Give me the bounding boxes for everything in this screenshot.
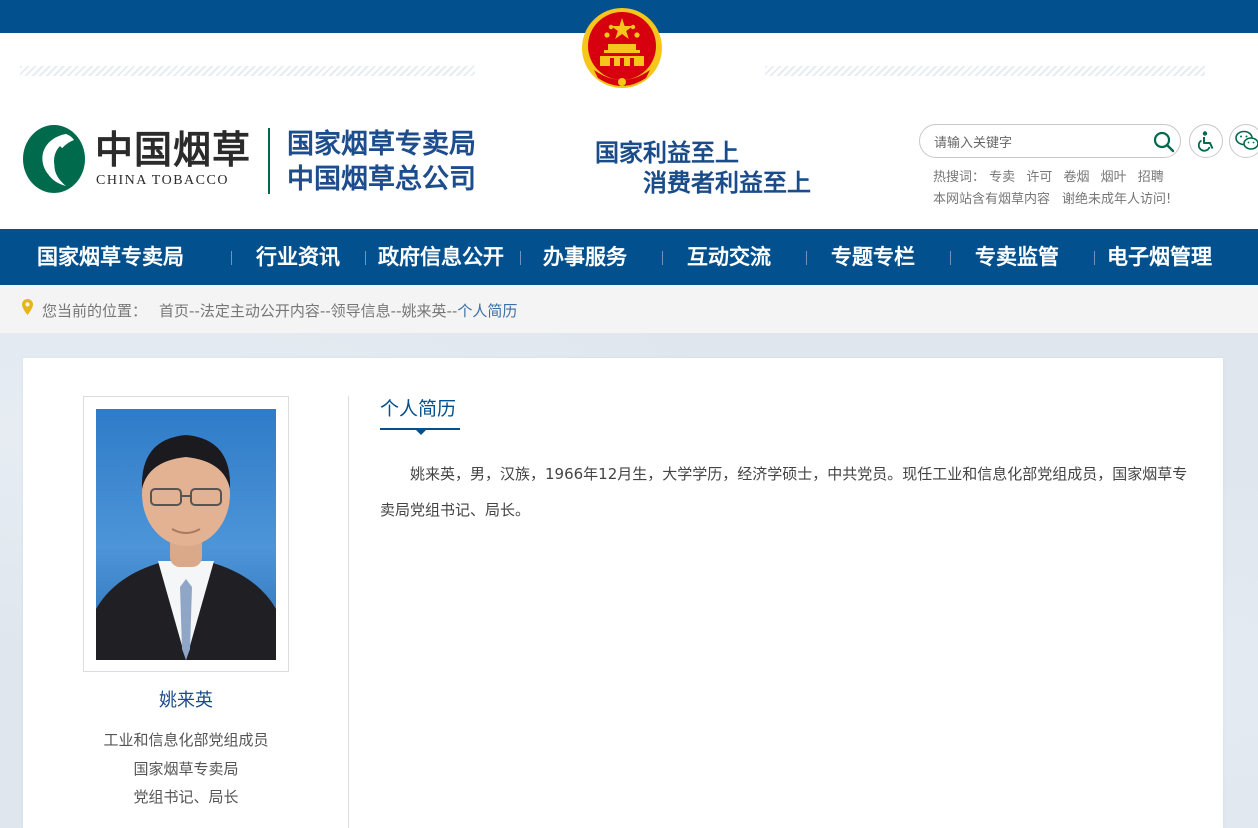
search-icon[interactable] <box>1153 131 1175 153</box>
nav-item-monopoly-supervision[interactable]: 专卖监管 <box>975 229 1059 285</box>
china-tobacco-logo-icon <box>23 125 85 193</box>
person-title-line: 国家烟草专卖局 <box>133 759 239 778</box>
nav-separator <box>950 251 951 265</box>
nav-item-topics[interactable]: 专题专栏 <box>831 229 915 285</box>
portrait-illustration <box>96 435 276 660</box>
hot-keyword[interactable]: 招聘 <box>1138 170 1164 185</box>
nav-item-services[interactable]: 办事服务 <box>543 229 627 285</box>
accessibility-icon <box>1197 131 1214 152</box>
hot-keyword[interactable]: 烟叶 <box>1101 170 1127 185</box>
accessibility-button[interactable] <box>1189 124 1223 158</box>
person-title-line: 工业和信息化部党组成员 <box>103 731 269 749</box>
logo-text-en: CHINA TOBACCO <box>96 173 229 188</box>
breadcrumb-path: 首页--法定主动公开内容--领导信息--姚来英--个人简历 <box>159 300 517 321</box>
main-nav: 国家烟草专卖局 行业资讯 政府信息公开 办事服务 互动交流 专题专栏 专卖监管 … <box>0 229 1258 285</box>
org-name-line1: 国家烟草专卖局 <box>287 129 476 160</box>
resume-text: 姚来英，男，汉族，1966年12月生，大学学历，经济学硕士，中共党员。现任工业和… <box>380 465 1188 519</box>
hot-keyword[interactable]: 卷烟 <box>1063 170 1089 185</box>
person-name: 姚来英 <box>159 690 213 711</box>
person-title-line: 党组书记、局长 <box>133 788 239 806</box>
nav-item-sta[interactable]: 国家烟草专卖局 <box>37 229 184 285</box>
breadcrumb-current: 个人简历 <box>457 302 518 320</box>
nav-separator <box>1094 251 1095 265</box>
nav-item-interaction[interactable]: 互动交流 <box>687 229 771 285</box>
nav-separator <box>365 251 366 265</box>
decor-line-right <box>765 66 1205 76</box>
wechat-icon <box>1235 130 1258 150</box>
nav-separator <box>662 251 663 265</box>
search-box <box>919 124 1181 158</box>
notice-text-2: 谢绝未成年人访问! <box>1062 192 1172 207</box>
hot-keyword[interactable]: 专卖 <box>989 170 1015 185</box>
org-name: 国家烟草专卖局 中国烟草总公司 <box>287 127 476 197</box>
slogan-line2: 消费者利益至上 <box>643 169 811 197</box>
hot-search: 热搜词： 专卖 许可 卷烟 烟叶 招聘 <box>933 166 1171 185</box>
breadcrumb: 您当前的位置： 首页--法定主动公开内容--领导信息--姚来英--个人简历 <box>0 285 1258 333</box>
vertical-divider <box>348 396 349 828</box>
logo-text-cn: 中国烟草 <box>95 127 252 172</box>
nav-item-industry-news[interactable]: 行业资讯 <box>256 229 340 285</box>
minor-notice: 本网站含有烟草内容 谢绝未成年人访问! <box>933 188 1171 207</box>
china-tobacco-logo[interactable]: 中国烟草 CHINA TOBACCO <box>22 124 262 196</box>
location-pin-icon <box>22 299 33 315</box>
profile-card: 姚来英 工业和信息化部党组成员 国家烟草专卖局 党组书记、局长 个人简历 姚来英… <box>23 358 1223 828</box>
portrait-frame <box>83 396 289 672</box>
nav-separator <box>231 251 232 265</box>
national-emblem-icon <box>582 8 662 88</box>
logo-divider <box>268 128 270 194</box>
resume-title-arrow <box>416 430 426 435</box>
nav-separator <box>806 251 807 265</box>
wechat-button[interactable] <box>1229 124 1258 158</box>
hot-keyword[interactable]: 许可 <box>1026 170 1052 185</box>
search-input[interactable] <box>934 132 1144 152</box>
org-name-line2: 中国烟草总公司 <box>287 164 476 195</box>
breadcrumb-label: 您当前的位置： <box>42 302 148 320</box>
hot-search-label: 热搜词： <box>933 170 986 185</box>
breadcrumb-links[interactable]: 首页--法定主动公开内容--领导信息--姚来英-- <box>159 302 457 320</box>
resume-title: 个人简历 <box>380 398 457 420</box>
person-titles: 工业和信息化部党组成员 国家烟草专卖局 党组书记、局长 <box>63 726 309 812</box>
notice-text-1: 本网站含有烟草内容 <box>933 192 1051 207</box>
portrait-photo <box>96 409 276 660</box>
nav-separator <box>520 251 521 265</box>
nav-item-gov-info[interactable]: 政府信息公开 <box>378 229 504 285</box>
nav-item-e-cigarette[interactable]: 电子烟管理 <box>1107 229 1212 285</box>
decor-line-left <box>20 66 475 76</box>
